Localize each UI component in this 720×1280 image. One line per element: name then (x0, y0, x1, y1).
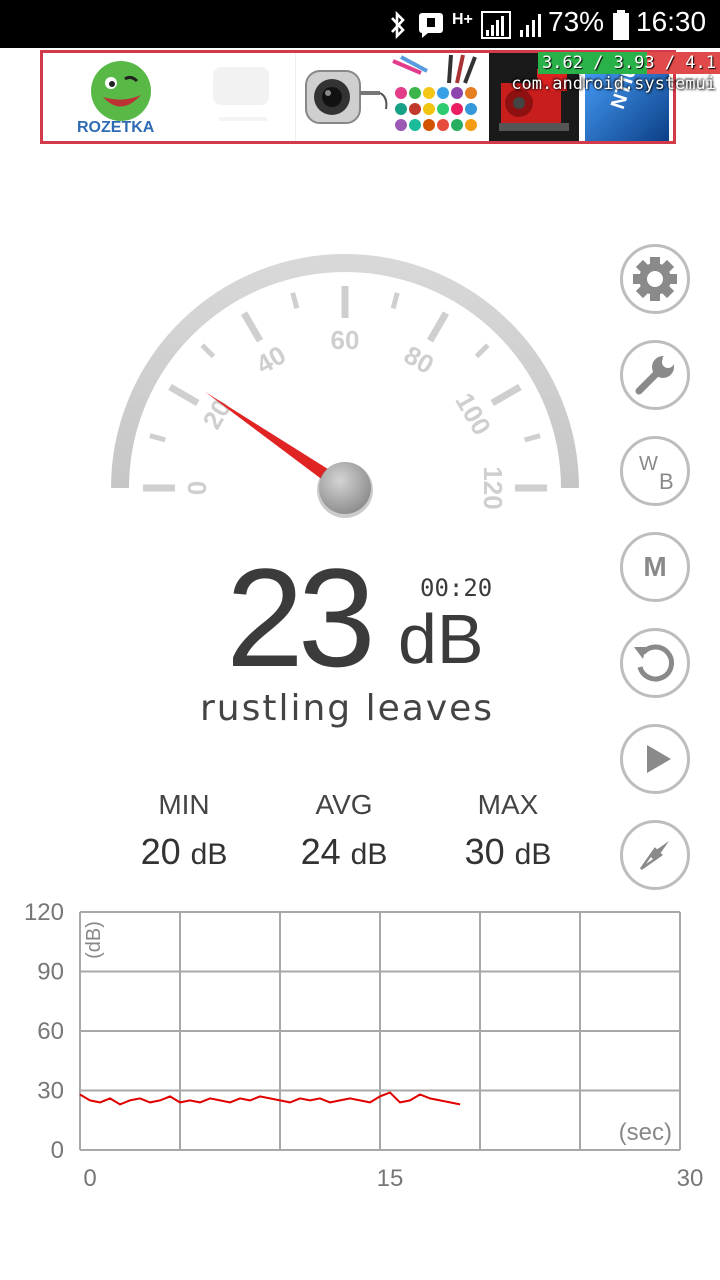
gauge-tick (240, 311, 264, 343)
stat-min-unit: dB (190, 838, 228, 871)
memory-label: M (643, 551, 667, 582)
elapsed-timer: 00:20 (420, 574, 493, 602)
ad-tile-cosmetics[interactable] (391, 53, 487, 141)
gauge-label: 60 (331, 325, 360, 355)
status-bar: H+ 73% 16:30 (0, 0, 720, 48)
gauge-label: 40 (251, 339, 291, 379)
play-button[interactable] (620, 724, 690, 794)
gauge-tick (474, 343, 490, 359)
wrench-icon (635, 349, 678, 395)
stat-min-value: 20 (140, 831, 181, 872)
ad-tile-camera[interactable] (295, 53, 390, 141)
gauge-tick (290, 292, 300, 309)
gauge-tick (168, 383, 200, 407)
chart-y-tick-label: 120 (24, 899, 64, 926)
stat-avg-value-wrap: 24 dB (264, 822, 424, 885)
stat-max-value-wrap: 30 dB (428, 822, 588, 885)
car-camera-icon (305, 70, 388, 124)
gauge-tick (149, 433, 166, 443)
battery-icon (613, 10, 629, 40)
wb-w-label: W (639, 453, 658, 475)
calibrate-button[interactable] (620, 340, 690, 410)
cpu-overlay: 3.62 / 3.93 / 4.1 com.android.systemui (511, 52, 720, 94)
reset-icon (634, 644, 674, 682)
memory-button[interactable]: M (620, 532, 690, 602)
gauge-tick (390, 292, 400, 309)
chart-x-ticks: 0 15 30 (83, 1165, 703, 1192)
stat-avg-unit: dB (350, 838, 388, 871)
compass-button[interactable] (620, 820, 690, 890)
chart-y-tick-label: 90 (37, 959, 64, 986)
compass-icon (639, 841, 669, 871)
clock: 16:30 (636, 6, 707, 37)
network-type: H+ (452, 11, 473, 28)
signal-1-icon (481, 11, 511, 39)
db-unit: dB (398, 600, 484, 678)
stat-max-label: MAX (477, 789, 539, 820)
gauge-hub (319, 462, 371, 514)
ad-brand-label: ROZETKA (77, 119, 155, 136)
stat-avg-label: AVG (315, 789, 373, 820)
chart-y-tick-label: 0 (51, 1137, 64, 1164)
gauge-label: 0 (182, 481, 212, 495)
gauge-tick (426, 311, 450, 343)
cpu-load-text: 3.62 / 3.93 / 4.1 (538, 52, 720, 74)
play-icon (647, 745, 671, 773)
stat-max-unit: dB (514, 838, 552, 871)
db-value: 23 (226, 539, 376, 696)
chart-x-axis-label: (sec) (619, 1119, 672, 1146)
stat-max: MAX 30 dB (428, 788, 588, 885)
gauge-tick (200, 343, 216, 359)
battery-percent: 73% (548, 6, 605, 37)
ad-tile-rozetka[interactable]: ROZETKA (43, 53, 293, 141)
noise-description: rustling leaves (200, 688, 495, 729)
signal-2-icon (520, 14, 541, 37)
gauge-tick (524, 433, 541, 443)
cpu-process-text: com.android.systemui (511, 74, 716, 94)
message-icon (419, 13, 443, 38)
stat-min: MIN 20 dB (104, 788, 264, 885)
stat-avg: AVG 24 dB (264, 788, 424, 885)
chart-grid (79, 911, 681, 1151)
reset-button[interactable] (620, 628, 690, 698)
settings-icon (633, 257, 677, 301)
chart-series-line (79, 1091, 461, 1106)
chart-y-tick-label: 60 (37, 1018, 64, 1045)
cosmetics-icon (392, 54, 477, 131)
chart-x-tick-label: 15 (377, 1165, 404, 1192)
stat-max-value: 30 (464, 831, 505, 872)
chart-y-tick-label: 30 (37, 1078, 64, 1105)
gauge-label: 80 (399, 339, 439, 379)
chart-x-tick-label: 0 (83, 1165, 96, 1192)
sound-gauge: 02040 60 80100120 (111, 254, 579, 518)
stat-avg-value: 24 (300, 831, 341, 872)
bluetooth-icon (391, 11, 405, 39)
settings-button[interactable] (620, 244, 690, 314)
stat-min-label: MIN (158, 789, 210, 820)
stat-min-value-wrap: 20 dB (104, 822, 264, 885)
history-chart: 0 30 60 90 120 0 15 30 (dB) (sec) (24, 899, 703, 1192)
gauge-tick (490, 383, 522, 407)
chart-y-ticks: 0 30 60 90 120 (24, 899, 64, 1164)
white-balance-button[interactable]: W B (620, 436, 690, 506)
gauge-label: 120 (478, 466, 508, 509)
gauge-label: 100 (449, 388, 497, 441)
wb-b-label: B (659, 469, 674, 494)
chart-x-tick-label: 30 (677, 1165, 704, 1192)
chart-y-axis-label: (dB) (83, 921, 105, 959)
